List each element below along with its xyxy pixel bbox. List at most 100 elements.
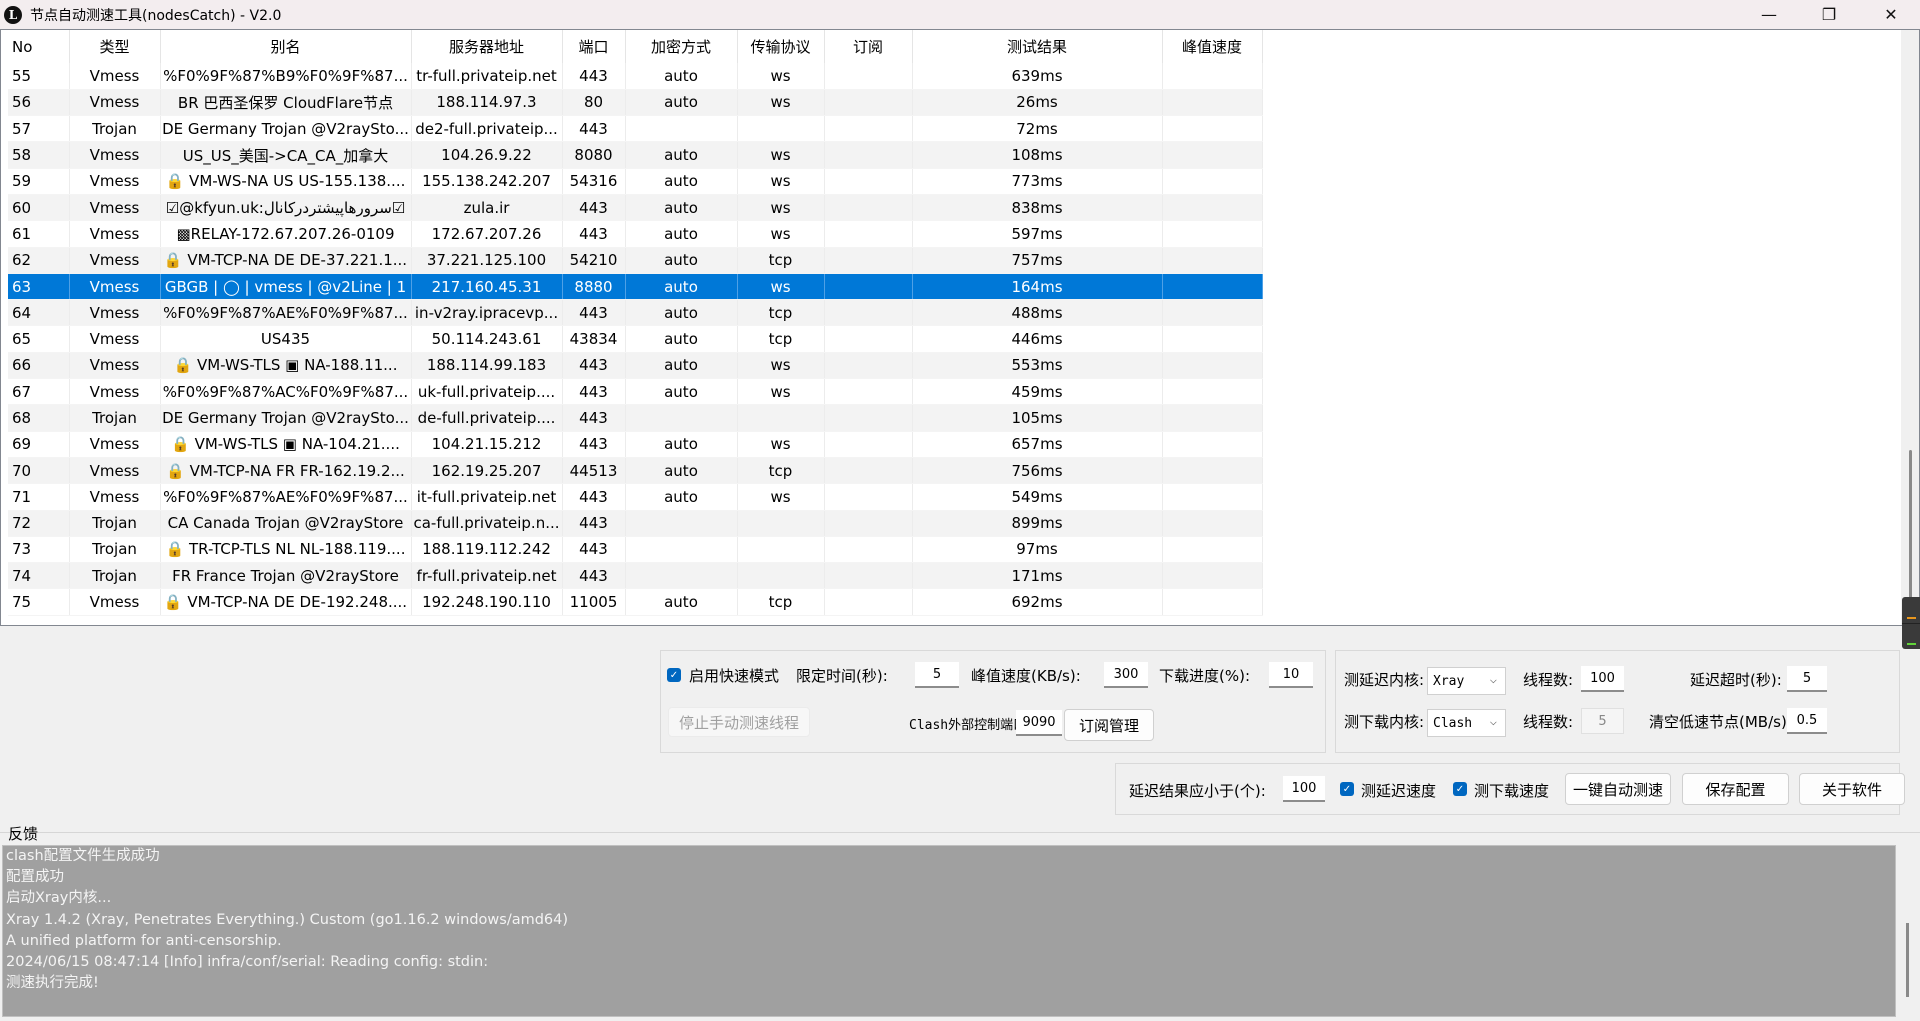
row-number-cell: 69: [8, 431, 70, 458]
table-row[interactable]: 64 Vmess %F0%9F%87%AE%F0%9F%87... in-v2ray.…: [8, 299, 1263, 327]
minimize-button[interactable]: —: [1740, 0, 1798, 29]
latency-limit-label: 延迟结果应小于(个):: [1129, 782, 1266, 800]
download-threads-input[interactable]: 5: [1581, 708, 1624, 734]
table-row[interactable]: 60 Vmess ☑@kfyun.uk:سرورهاپیشتردرکانال☑ zul…: [8, 194, 1263, 222]
table-row[interactable]: 70 Vmess 🔒 VM-TCP-NA FR FR-162.19.2... 162.…: [8, 457, 1263, 485]
about-button[interactable]: 关于软件: [1799, 773, 1905, 805]
column-header[interactable]: 类型: [69, 30, 161, 63]
subscription-manage-button[interactable]: 订阅管理: [1064, 709, 1154, 741]
node-alias-cell: DE Germany Trojan @V2raySto...: [160, 115, 412, 143]
table-row[interactable]: 58 Vmess US_US_美国->CA_CA_加拿大 104.26.9.22 808…: [8, 141, 1263, 169]
transport-cell: tcp: [737, 588, 825, 616]
test-result-cell: 838ms: [912, 194, 1163, 222]
column-header[interactable]: 传输协议: [737, 30, 825, 63]
download-progress-input[interactable]: 10: [1269, 662, 1313, 688]
cipher-cell: auto: [625, 457, 738, 485]
table-row[interactable]: 69 Vmess 🔒 VM-WS-TLS ▣ NA-104.21.... 104.21…: [8, 431, 1263, 458]
table-row[interactable]: 67 Vmess %F0%9F%87%AC%F0%9F%87... uk-full.p…: [8, 378, 1263, 406]
server-address-cell: tr-full.privateip.net: [411, 63, 563, 90]
close-button[interactable]: ✕: [1862, 0, 1920, 29]
subscription-cell: [824, 483, 913, 511]
test-result-cell: 899ms: [912, 510, 1163, 537]
fast-mode-checkbox[interactable]: ✓: [667, 668, 681, 682]
latency-threads-input[interactable]: 100: [1581, 666, 1624, 692]
table-row[interactable]: 55 Vmess %F0%9F%87%B9%F0%9F%87... tr-full.p…: [8, 63, 1263, 90]
table-row[interactable]: 74 Trojan FR France Trojan @V2rayStore fr-f…: [8, 562, 1263, 590]
node-alias-cell: 🔒 VM-WS-TLS ▣ NA-188.11...: [160, 352, 412, 380]
table-scrollbar-thumb[interactable]: [1909, 450, 1912, 615]
table-row[interactable]: 66 Vmess 🔒 VM-WS-TLS ▣ NA-188.11... 188.114…: [8, 352, 1263, 380]
node-table[interactable]: No 类型 别名 服务器地址 端口 加密方式 传输协议 订阅 测试结果 峰值速度 55 Vmess%…: [0, 29, 1920, 626]
peak-speed-input[interactable]: 300: [1104, 662, 1148, 688]
maximize-button[interactable]: ❐: [1800, 0, 1858, 29]
test-download-label: 测下载速度: [1474, 782, 1550, 800]
table-row[interactable]: 62 Vmess 🔒 VM-TCP-NA DE DE-37.221.1... 37.2…: [8, 247, 1263, 274]
log-output[interactable]: clash配置文件生成成功 配置成功 启动Xray内核... Xray 1.4.2 (…: [2, 845, 1896, 1017]
column-header[interactable]: 订阅: [824, 30, 913, 63]
column-header[interactable]: 服务器地址: [411, 30, 563, 63]
cipher-cell: auto: [625, 588, 738, 616]
port-cell: 443: [562, 299, 626, 327]
table-row[interactable]: 73 Trojan 🔒 TR-TCP-TLS NL NL-188.119.... 18…: [8, 536, 1263, 564]
test-download-checkbox[interactable]: ✓: [1453, 782, 1467, 796]
peak-speed-cell: [1162, 378, 1263, 406]
table-row[interactable]: 59 Vmess 🔒 VM-WS-NA US US-155.138.... 155.1…: [8, 168, 1263, 195]
table-row[interactable]: 56 Vmess BR 巴西圣保罗 CloudFlare节点 188.114.97.3…: [8, 89, 1263, 117]
subscription-cell: [824, 588, 913, 616]
column-header[interactable]: 峰值速度: [1162, 30, 1263, 63]
column-header[interactable]: No: [8, 30, 70, 63]
table-row[interactable]: 68 Trojan DE Germany Trojan @V2raySto... de…: [8, 404, 1263, 432]
table-row[interactable]: 65 Vmess US435 50.114.243.61 43834 auto tcp 446…: [8, 325, 1263, 353]
clash-port-input[interactable]: 9090: [1016, 710, 1062, 736]
fast-mode-label: 启用快速模式: [689, 667, 780, 685]
time-limit-input[interactable]: 5: [915, 662, 959, 688]
table-row[interactable]: 63 Vmess GBGB | ◯ | vmess | @v2Line | 1 217…: [8, 273, 1263, 301]
node-alias-cell: ☑@kfyun.uk:سرورهاپیشتردرکانال☑: [160, 194, 412, 222]
test-latency-checkbox[interactable]: ✓: [1340, 782, 1354, 796]
server-address-cell: de-full.privateip....: [411, 404, 563, 432]
table-row[interactable]: 75 Vmess 🔒 VM-TCP-NA DE DE-192.248.... 192.…: [8, 588, 1263, 616]
port-cell: 54210: [562, 247, 626, 274]
table-scrollbar[interactable]: [1901, 30, 1919, 625]
peak-speed-cell: [1162, 168, 1263, 195]
column-header[interactable]: 别名: [160, 30, 412, 63]
port-cell: 443: [562, 220, 626, 248]
network-monitor-widget[interactable]: [1902, 597, 1920, 649]
server-address-cell: 192.248.190.110: [411, 588, 563, 616]
node-alias-cell: DE Germany Trojan @V2raySto...: [160, 404, 412, 432]
subscription-cell: [824, 220, 913, 248]
server-address-cell: 104.26.9.22: [411, 141, 563, 169]
app-logo-icon: L: [4, 5, 22, 24]
peak-speed-cell: [1162, 457, 1263, 485]
server-address-cell: it-full.privateip.net: [411, 483, 563, 511]
table-row[interactable]: 71 Vmess %F0%9F%87%AE%F0%9F%87... it-full.p…: [8, 483, 1263, 511]
cipher-cell: auto: [625, 247, 738, 274]
column-header[interactable]: 加密方式: [625, 30, 738, 63]
download-core-select[interactable]: Clash ⌵: [1427, 709, 1506, 737]
node-alias-cell: ▩RELAY-172.67.207.26-0109: [160, 220, 412, 248]
table-row[interactable]: 57 Trojan DE Germany Trojan @V2raySto... de…: [8, 115, 1263, 143]
table-row[interactable]: 72 Trojan CA Canada Trojan @V2rayStore ca-f…: [8, 510, 1263, 537]
latency-timeout-input[interactable]: 5: [1787, 666, 1827, 692]
node-grid[interactable]: No 类型 别名 服务器地址 端口 加密方式 传输协议 订阅 测试结果 峰值速度 55 Vmess%…: [8, 30, 1263, 616]
save-config-button[interactable]: 保存配置: [1682, 773, 1789, 805]
column-header[interactable]: 端口: [562, 30, 626, 63]
port-cell: 443: [562, 115, 626, 143]
column-header[interactable]: 测试结果: [912, 30, 1163, 63]
latency-threads-label: 线程数:: [1523, 671, 1574, 689]
stop-manual-test-button[interactable]: 停止手动测速线程: [668, 707, 810, 737]
clear-slow-nodes-input[interactable]: 0.5: [1787, 708, 1827, 734]
port-cell: 44513: [562, 457, 626, 485]
log-scrollbar-thumb[interactable]: [1906, 923, 1909, 997]
latency-core-select[interactable]: Xray ⌵: [1427, 667, 1506, 695]
log-line: 启动Xray内核...: [6, 890, 112, 907]
row-number-cell: 71: [8, 483, 70, 511]
table-row[interactable]: 61 Vmess ▩RELAY-172.67.207.26-0109 172.67.2…: [8, 220, 1263, 248]
latency-limit-input[interactable]: 100: [1283, 776, 1325, 802]
subscription-cell: [824, 325, 913, 353]
auto-test-button[interactable]: 一键自动测速: [1565, 773, 1671, 805]
test-result-cell: 757ms: [912, 247, 1163, 274]
table-header: No 类型 别名 服务器地址 端口 加密方式 传输协议 订阅 测试结果 峰值速度: [8, 30, 1263, 63]
row-number-cell: 68: [8, 404, 70, 432]
log-scrollbar[interactable]: [1898, 845, 1916, 1017]
